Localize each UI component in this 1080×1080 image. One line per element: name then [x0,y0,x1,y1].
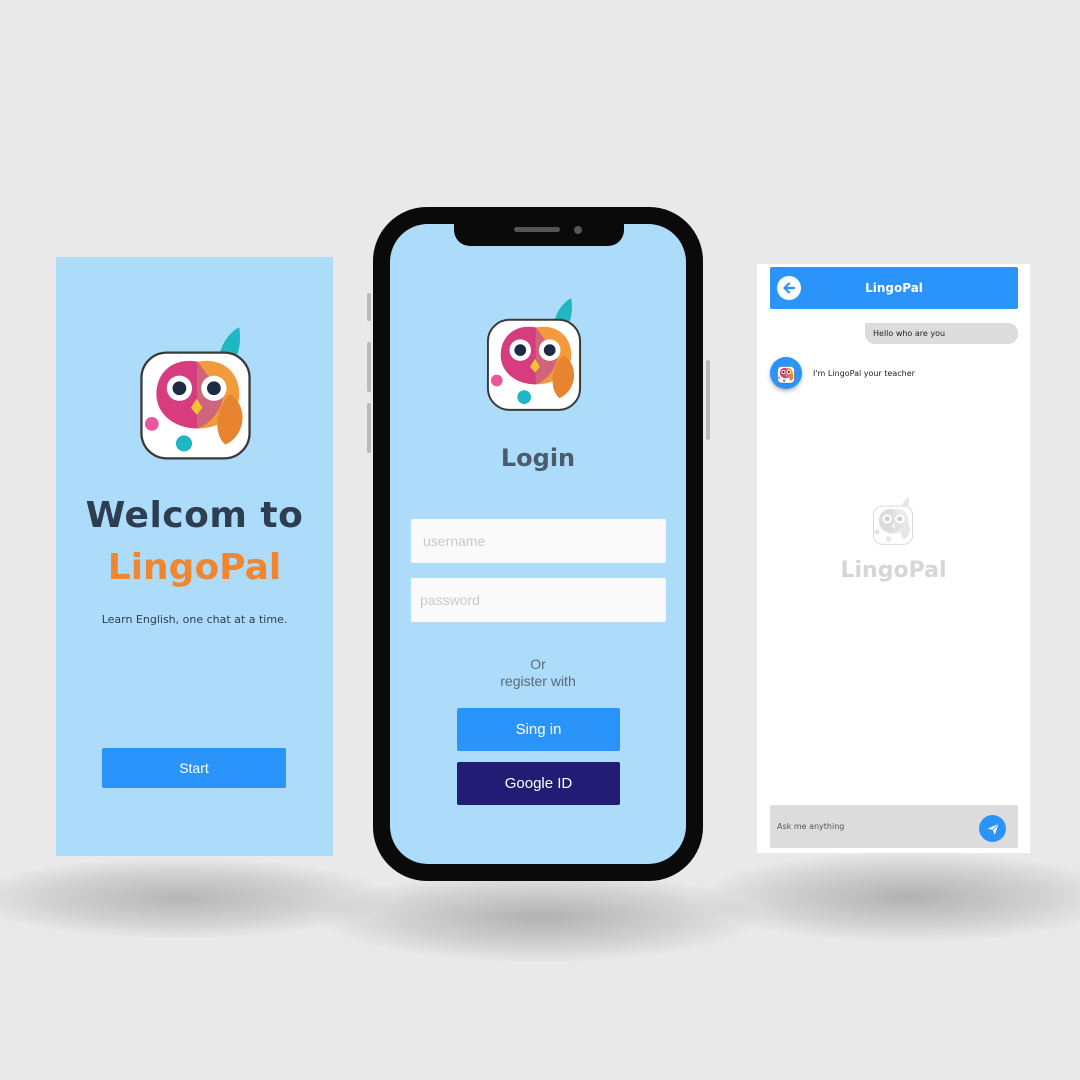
user-message-bubble: Hello who are you [865,323,1018,344]
owl-logo-icon [485,294,583,416]
floor-shadow-right [700,852,1080,942]
chat-input-bar [770,805,1018,848]
start-button[interactable]: Start [102,748,286,788]
chat-screen: LingoPal Hello who are you I'm LingoPal … [757,264,1030,853]
register-with-text: Or register with [390,656,686,690]
welcome-screen: Welcom to LingoPal Learn English, one ch… [56,257,333,856]
or-label: Or [530,656,546,672]
floor-shadow-left [0,858,390,938]
watermark-brand-name: LingoPal [840,558,947,583]
send-button[interactable] [979,815,1006,842]
back-button[interactable] [777,276,801,300]
chat-header: LingoPal [770,267,1018,309]
password-input[interactable] [411,578,666,622]
back-arrow-icon [783,282,796,294]
floor-shadow-middle [320,872,760,962]
username-input[interactable] [411,519,666,563]
login-screen: Login Or register with Sing in Google ID [390,224,686,864]
chat-message-input[interactable] [770,805,970,848]
phone-notch [454,224,624,246]
phone-frame: Login Or register with Sing in Google ID [373,207,703,881]
owl-logo-icon [872,496,914,546]
welcome-tagline: Learn English, one chat at a time. [101,613,288,626]
register-with-label: register with [500,673,576,689]
chat-title: LingoPal [865,281,923,295]
phone-volume-up [367,342,371,392]
welcome-brand-name: LingoPal [107,547,282,588]
phone-power-button [706,360,710,440]
phone-camera [574,226,582,234]
owl-logo-icon [777,362,795,384]
welcome-title: Welcom to [85,495,304,536]
sign-in-button[interactable]: Sing in [457,708,620,751]
owl-logo-icon [138,325,253,463]
phone-speaker [514,227,560,232]
phone-mute-switch [367,293,371,321]
send-icon [987,822,999,835]
bot-avatar [770,357,802,389]
login-title: Login [500,444,576,472]
bot-message: I'm LingoPal your teacher [813,369,915,378]
google-id-button[interactable]: Google ID [457,762,620,805]
phone-volume-down [367,403,371,453]
